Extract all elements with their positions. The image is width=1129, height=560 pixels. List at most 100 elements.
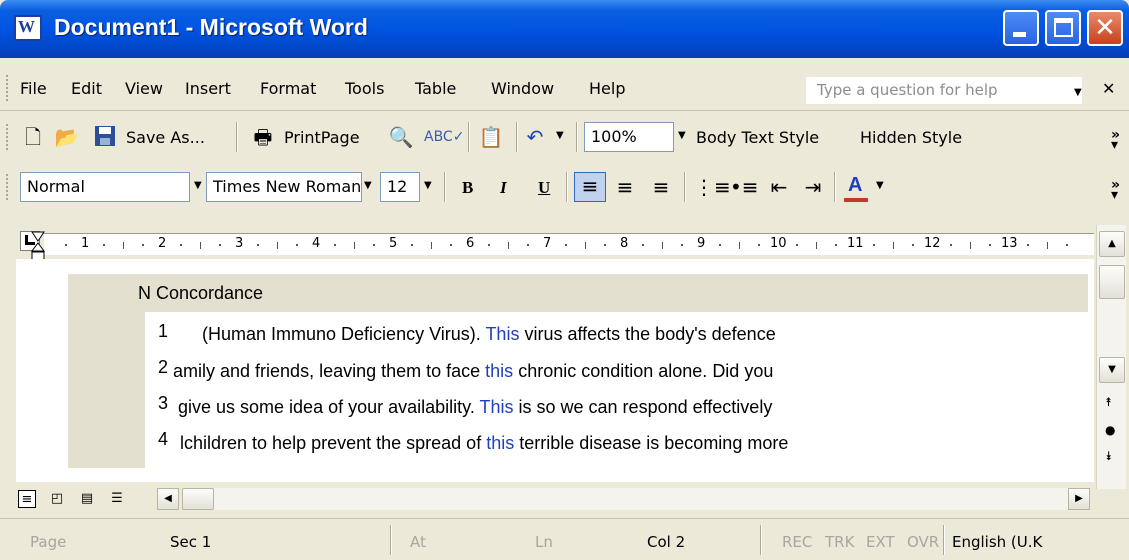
toolbar-options-chevron-icon[interactable]: » ▾	[1111, 178, 1120, 202]
undo-icon[interactable]: ↶	[522, 124, 548, 150]
status-ovr[interactable]: OVR	[907, 533, 939, 551]
title-bar[interactable]: W Document1 - Microsoft Word ✕	[0, 0, 1129, 58]
help-question-input[interactable]: Type a question for help	[806, 77, 1082, 104]
font-color-button[interactable]: A	[848, 174, 862, 197]
previous-page-icon[interactable]: ⯭	[1105, 395, 1112, 410]
toolbar-grip[interactable]	[6, 174, 10, 200]
minimize-button[interactable]	[1003, 10, 1039, 46]
ruler-number: 6	[466, 236, 475, 251]
horizontal-scroll-track[interactable]	[214, 488, 1068, 510]
next-page-icon[interactable]: ⯯	[1105, 449, 1112, 464]
ruler-dot	[950, 244, 953, 246]
menu-tools[interactable]: Tools	[345, 79, 384, 98]
undo-dropdown-arrow-icon[interactable]: ▼	[556, 130, 564, 141]
underline-button[interactable]: U	[538, 178, 550, 198]
outline-view-icon[interactable]: ☰	[108, 490, 126, 508]
status-trk[interactable]: TRK	[825, 533, 854, 551]
increase-indent-icon[interactable]: ⇥	[800, 174, 826, 200]
save-as-button[interactable]: Save As...	[126, 128, 205, 147]
ruler-dot	[565, 244, 568, 246]
maximize-button[interactable]	[1045, 10, 1081, 46]
decrease-indent-icon[interactable]: ⇤	[766, 174, 792, 200]
scroll-left-icon[interactable]: ◀	[157, 488, 179, 510]
print-page-button[interactable]: PrintPage	[284, 128, 360, 147]
menu-file[interactable]: File	[20, 79, 47, 98]
standard-toolbar: 🗋 📂 Save As... 🖶 PrintPage 🔍 ABC✓ 📋 ↶ ▼ …	[0, 112, 1129, 162]
help-dropdown-arrow-icon[interactable]: ▼	[1074, 87, 1082, 98]
ruler-dot	[218, 244, 221, 246]
ruler-number: 10	[770, 236, 787, 251]
font-size-dropdown-arrow-icon[interactable]: ▼	[424, 180, 432, 191]
vertical-scrollbar[interactable]: ▲ ▼ ⯭ ● ⯯	[1096, 225, 1126, 489]
ruler-dot	[719, 244, 722, 246]
menu-table[interactable]: Table	[415, 79, 456, 98]
app-icon-letter: W	[18, 17, 35, 36]
concordance-line[interactable]: give us some idea of your availability. …	[178, 397, 772, 418]
select-browse-object-icon[interactable]: ●	[1105, 423, 1115, 437]
body-text-style-button[interactable]: Body Text Style	[696, 128, 819, 147]
align-center-icon[interactable]: ≡	[612, 174, 638, 200]
concordance-line[interactable]: amily and friends, leaving them to face …	[173, 361, 773, 382]
close-button[interactable]: ✕	[1087, 10, 1123, 46]
scroll-right-icon[interactable]: ▶	[1068, 488, 1090, 510]
status-language[interactable]: English (U.K	[952, 533, 1042, 551]
ruler-dot	[757, 244, 760, 246]
menu-bar-grip[interactable]	[6, 75, 10, 101]
ruler-tick	[738, 242, 740, 249]
toolbar-grip[interactable]	[6, 124, 10, 150]
vertical-scroll-thumb[interactable]	[1099, 265, 1125, 299]
style-combo[interactable]: Normal	[20, 172, 190, 202]
new-document-icon[interactable]: 🗋	[20, 124, 46, 150]
printer-icon[interactable]: 🖶	[250, 124, 276, 150]
save-disk-icon[interactable]	[92, 124, 118, 150]
ruler-number: 12	[924, 236, 941, 251]
font-dropdown-arrow-icon[interactable]: ▼	[364, 180, 372, 191]
font-size-combo[interactable]: 12	[380, 172, 420, 202]
numbering-icon[interactable]: ⋮≡	[694, 174, 731, 200]
align-left-icon[interactable]: ≡	[574, 172, 606, 202]
line-right-context: chronic condition alone. Did you	[513, 361, 774, 381]
bullets-icon[interactable]: •≡	[730, 174, 759, 200]
align-right-icon[interactable]: ≡	[648, 174, 674, 200]
ruler-dot	[103, 244, 106, 246]
document-close-icon[interactable]: ✕	[1102, 79, 1115, 98]
concordance-line[interactable]: lchildren to help prevent the spread of …	[180, 433, 788, 454]
zoom-dropdown-arrow-icon[interactable]: ▼	[678, 130, 686, 141]
scroll-down-icon[interactable]: ▼	[1099, 357, 1125, 383]
style-dropdown-arrow-icon[interactable]: ▼	[194, 180, 202, 191]
menu-view[interactable]: View	[125, 79, 163, 98]
open-folder-icon[interactable]: 📂	[54, 124, 80, 150]
ruler-dot	[796, 244, 799, 246]
bold-button[interactable]: B	[462, 178, 473, 198]
status-rec[interactable]: REC	[782, 533, 812, 551]
spelling-icon[interactable]: ABC✓	[424, 124, 464, 150]
print-layout-view-icon[interactable]: ▤	[78, 490, 96, 508]
paste-icon[interactable]: 📋	[478, 124, 504, 150]
ruler-number: 13	[1001, 236, 1018, 251]
menu-edit[interactable]: Edit	[71, 79, 102, 98]
font-combo[interactable]: Times New Roman	[206, 172, 362, 202]
line-left-context: amily and friends, leaving them to face	[173, 361, 486, 381]
menu-help[interactable]: Help	[589, 79, 625, 98]
italic-button[interactable]: I	[500, 178, 507, 198]
document-page[interactable]: N Concordance 1 (Human Immuno Deficiency…	[16, 259, 1094, 482]
menu-window[interactable]: Window	[491, 79, 554, 98]
scroll-up-icon[interactable]: ▲	[1099, 231, 1125, 257]
status-ext[interactable]: EXT	[866, 533, 895, 551]
menu-insert[interactable]: Insert	[185, 79, 231, 98]
ruler-number: 3	[235, 236, 244, 251]
hidden-style-button[interactable]: Hidden Style	[860, 128, 962, 147]
horizontal-scroll-thumb[interactable]	[182, 488, 214, 510]
ruler-dot	[141, 244, 144, 246]
word-app-icon[interactable]: W	[14, 15, 42, 41]
web-layout-view-icon[interactable]: ◰	[48, 490, 66, 508]
print-preview-icon[interactable]: 🔍	[388, 124, 414, 150]
menu-format[interactable]: Format	[260, 79, 316, 98]
toolbar-options-chevron-icon[interactable]: » ▾	[1111, 128, 1120, 152]
normal-view-icon[interactable]: ≡	[18, 490, 36, 508]
ruler-strip[interactable]: 1 2 3 4 5 6 7 8 9 10 11 12 13	[44, 233, 1094, 255]
font-color-dropdown-arrow-icon[interactable]: ▼	[876, 180, 884, 191]
concordance-line[interactable]: (Human Immuno Deficiency Virus). This vi…	[202, 324, 776, 345]
zoom-combo[interactable]: 100%	[584, 122, 674, 152]
font-color-swatch	[844, 198, 868, 202]
